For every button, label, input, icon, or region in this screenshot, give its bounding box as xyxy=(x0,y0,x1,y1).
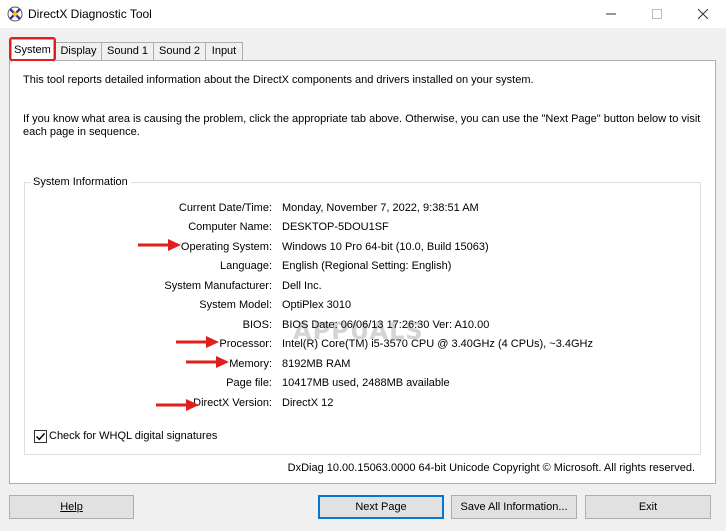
label-computer-name: Computer Name: xyxy=(188,221,272,233)
close-icon xyxy=(698,9,708,19)
label-bios: BIOS: xyxy=(242,319,272,331)
checkmark-icon xyxy=(36,433,46,441)
tab-highlight-box xyxy=(9,37,56,61)
label-current-date-time: Current Date/Time: xyxy=(178,202,272,214)
exit-button-label: Exit xyxy=(638,501,658,513)
help-button-label: Help xyxy=(60,501,83,513)
group-title: System Information xyxy=(30,176,131,188)
tab-sound-1[interactable]: Sound 1 xyxy=(101,42,154,60)
label-operating-system: Operating System: xyxy=(180,241,272,253)
next-page-button[interactable]: Next Page xyxy=(318,495,444,519)
copyright-footer: DxDiag 10.00.15063.0000 64-bit Unicode C… xyxy=(287,462,695,474)
label-directx-version: DirectX Version: xyxy=(193,397,272,409)
red-arrow-icon xyxy=(138,239,181,251)
tab-label: Input xyxy=(211,45,237,57)
red-arrow-icon xyxy=(176,336,219,348)
intro-text: This tool reports detailed information a… xyxy=(23,74,534,86)
label-processor: Processor: xyxy=(219,338,272,350)
tab-label: Sound 2 xyxy=(159,45,200,57)
tab-label: Display xyxy=(60,45,97,57)
minimize-icon xyxy=(606,13,616,15)
title-bar: DirectX Diagnostic Tool xyxy=(0,0,726,28)
label-language: Language: xyxy=(220,260,272,272)
tab-display[interactable]: Display xyxy=(55,42,102,60)
tab-sound-2[interactable]: Sound 2 xyxy=(153,42,206,60)
window-title: DirectX Diagnostic Tool xyxy=(28,7,152,21)
whql-checkbox[interactable] xyxy=(34,430,47,443)
label-system-manufacturer: System Manufacturer: xyxy=(164,280,272,292)
tab-input[interactable]: Input xyxy=(205,42,243,60)
tab-label: Sound 1 xyxy=(107,45,148,57)
value-directx-version: DirectX 12 xyxy=(282,397,334,409)
red-arrow-icon xyxy=(156,399,199,411)
maximize-icon xyxy=(652,9,662,19)
label-page-file: Page file: xyxy=(226,377,272,389)
save-all-information-button[interactable]: Save All Information... xyxy=(451,495,577,519)
help-button[interactable]: Help xyxy=(9,495,134,519)
directx-app-icon xyxy=(7,6,23,22)
label-system-model: System Model: xyxy=(199,299,272,311)
value-computer-name: DESKTOP-5DOU1SF xyxy=(282,221,389,233)
value-system-manufacturer: Dell Inc. xyxy=(282,280,322,292)
close-button[interactable] xyxy=(680,0,726,28)
value-operating-system: Windows 10 Pro 64-bit (10.0, Build 15063… xyxy=(282,241,489,253)
next-page-button-label: Next Page xyxy=(355,501,407,513)
save-all-button-label: Save All Information... xyxy=(460,501,568,513)
value-system-model: OptiPlex 3010 xyxy=(282,299,352,311)
exit-button[interactable]: Exit xyxy=(585,495,711,519)
minimize-button[interactable] xyxy=(588,0,634,28)
system-tab-panel: This tool reports detailed information a… xyxy=(9,60,716,484)
red-arrow-icon xyxy=(186,356,229,368)
label-memory: Memory: xyxy=(229,358,272,370)
value-current-date-time: Monday, November 7, 2022, 9:38:51 AM xyxy=(282,202,479,214)
appuals-watermark: APPUALS xyxy=(293,317,424,345)
maximize-button[interactable] xyxy=(634,0,680,28)
value-memory: 8192MB RAM xyxy=(282,358,351,370)
value-language: English (Regional Setting: English) xyxy=(282,260,452,272)
value-page-file: 10417MB used, 2488MB available xyxy=(282,377,450,389)
intro-instructions: If you know what area is causing the pro… xyxy=(23,113,701,138)
whql-checkbox-label[interactable]: Check for WHQL digital signatures xyxy=(49,430,217,442)
